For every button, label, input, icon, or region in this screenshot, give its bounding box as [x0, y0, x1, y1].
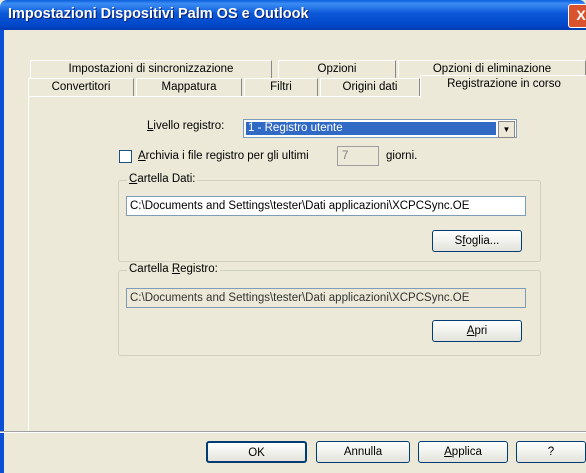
days-suffix-label: giorni. — [386, 150, 418, 162]
tab-origini-dati[interactable]: Origini dati — [320, 78, 420, 97]
tab-panel — [28, 96, 586, 433]
data-folder-legend: Cartella Dati: — [127, 173, 198, 185]
tab-registrazione-in-corso[interactable]: Registrazione in corso — [420, 75, 586, 98]
window-border — [0, 30, 4, 473]
tab-impostazioni-sincronizzazione[interactable]: Impostazioni di sincronizzazione — [30, 60, 272, 79]
log-level-value: 1 - Registro utente — [246, 122, 496, 135]
log-level-label: Livello registro: — [147, 120, 225, 132]
dropdown-button[interactable]: ▼ — [498, 121, 515, 138]
tab-convertitori[interactable]: Convertitori — [28, 78, 134, 97]
title-bar[interactable]: Impostazioni Dispositivi Palm OS e Outlo… — [0, 0, 586, 30]
chevron-down-icon: ▼ — [502, 125, 511, 134]
archive-label: Archivia i file registro per gli ultimi — [138, 150, 309, 162]
log-level-select[interactable]: 1 - Registro utente ▼ — [243, 119, 517, 138]
apply-button[interactable]: Applica — [418, 441, 508, 463]
open-button[interactable]: Apri — [432, 320, 522, 342]
close-button[interactable]: X — [568, 4, 586, 28]
browse-button[interactable]: Sfoglia... — [432, 230, 522, 252]
close-icon: X — [576, 7, 586, 23]
tab-mappatura[interactable]: Mappatura — [136, 78, 242, 97]
tab-filtri[interactable]: Filtri — [244, 78, 318, 97]
bottom-separator-highlight — [0, 432, 586, 433]
archive-days-input[interactable]: 7 — [337, 146, 379, 166]
log-folder-group — [118, 270, 541, 356]
log-folder-legend: Cartella Registro: — [127, 263, 220, 275]
window-title: Impostazioni Dispositivi Palm OS e Outlo… — [8, 6, 309, 22]
archive-checkbox[interactable] — [119, 150, 132, 163]
log-folder-path-input[interactable]: C:\Documents and Settings\tester\Dati ap… — [126, 288, 526, 308]
data-folder-path-input[interactable]: C:\Documents and Settings\tester\Dati ap… — [126, 196, 526, 216]
ok-button[interactable]: OK — [206, 441, 307, 463]
help-button[interactable]: ? — [516, 441, 586, 463]
tab-opzioni[interactable]: Opzioni — [278, 60, 396, 79]
dialog-window: Impostazioni Dispositivi Palm OS e Outlo… — [0, 0, 586, 473]
cancel-button[interactable]: Annulla — [316, 441, 410, 463]
